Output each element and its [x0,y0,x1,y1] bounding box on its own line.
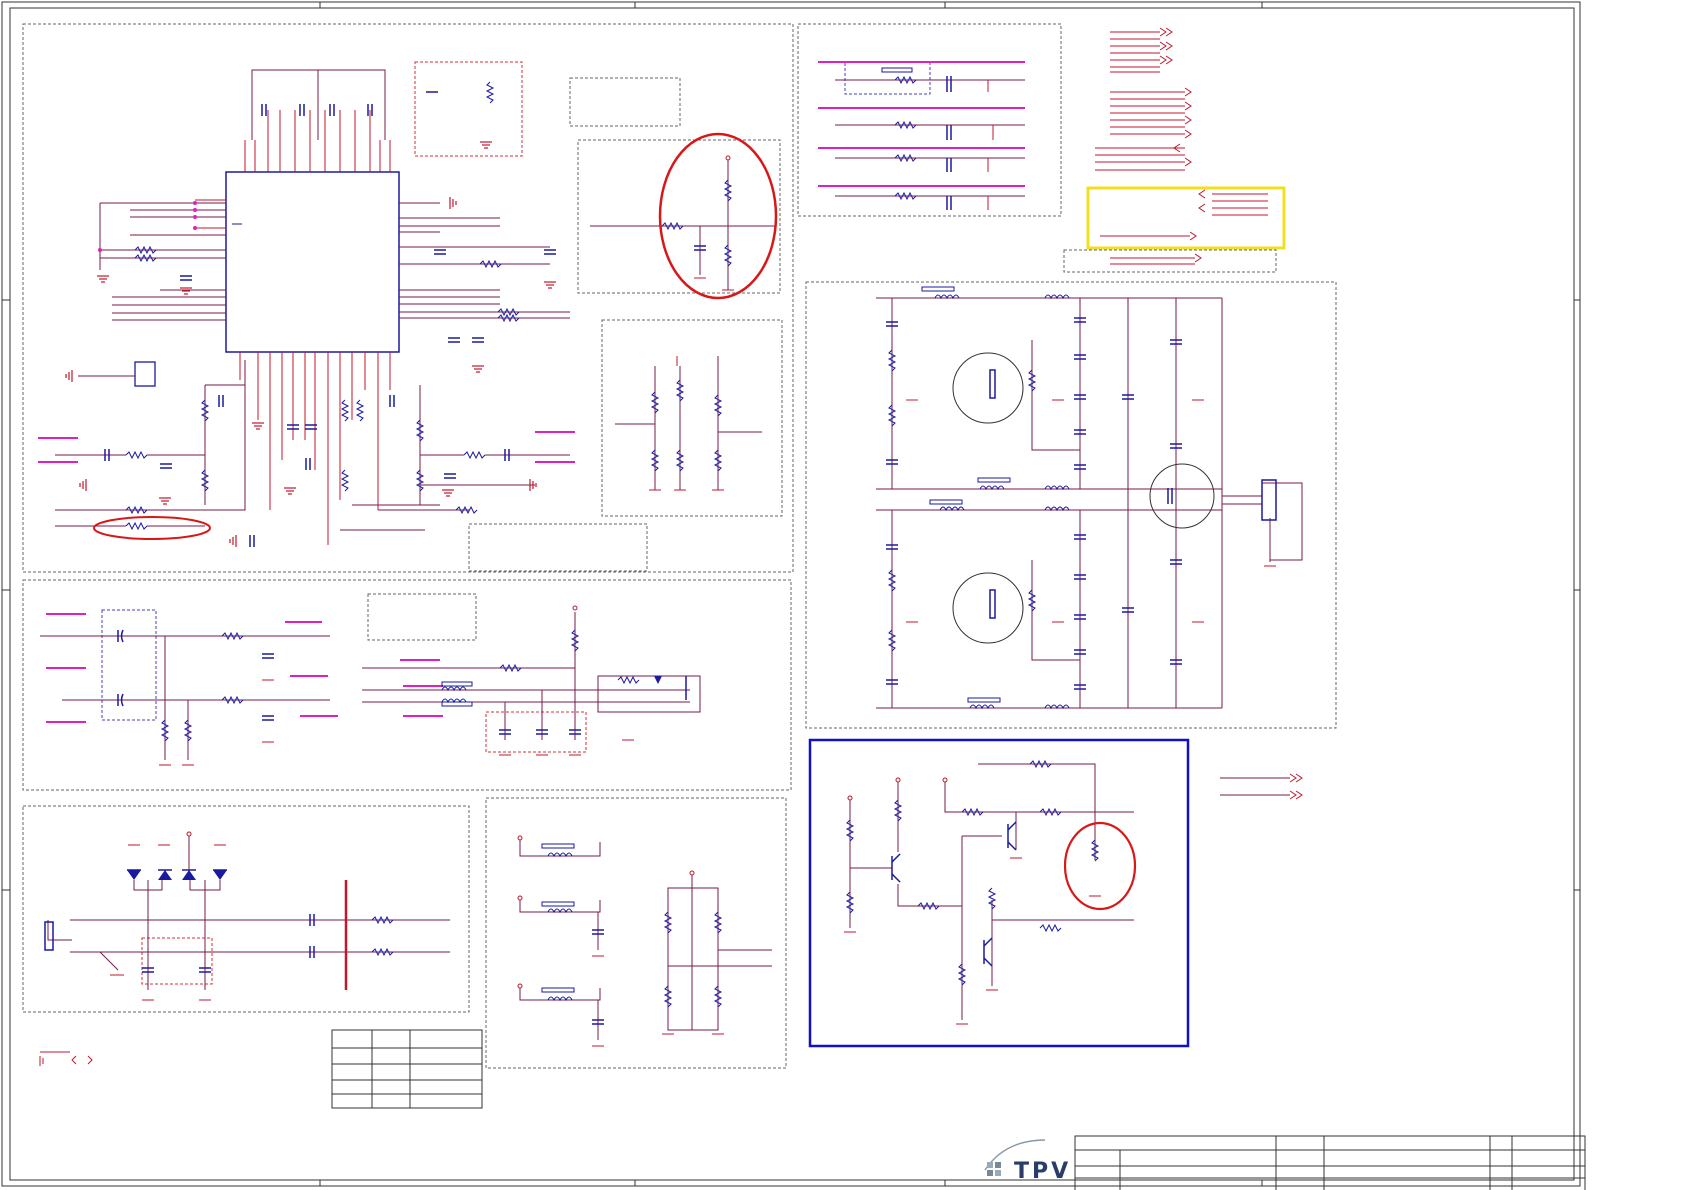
filter-block [818,61,1025,210]
resistor-ladder [615,356,762,491]
off-page-connectors [1095,27,1268,265]
connector [1261,479,1277,521]
audio-filter-section [40,605,701,766]
circled-circuit [590,132,778,300]
tpv-logo: TPV [984,1139,1071,1184]
ground-bus-legend [39,1055,93,1066]
jack-arrow [654,676,662,684]
transistor-circuit [808,738,1303,1048]
net-labels [38,431,575,463]
ic-package [225,171,400,353]
highlight-box-blue [808,738,1190,1048]
coil-section [517,835,772,1047]
main-ic [55,69,570,545]
crystal [134,361,156,387]
transformer-block [876,286,1303,710]
schematic-sheet: TPV [1,1,1586,1190]
section-boxes [22,23,1337,1069]
highlight-ellipse-left [93,516,211,540]
logo-text: TPV [1014,1159,1071,1184]
title-block [1074,1135,1586,1190]
revision-table [331,1029,483,1109]
esd-section [40,831,450,1053]
highlight-box-yellow [1086,186,1286,250]
highlight-ellipse-top [658,132,778,300]
